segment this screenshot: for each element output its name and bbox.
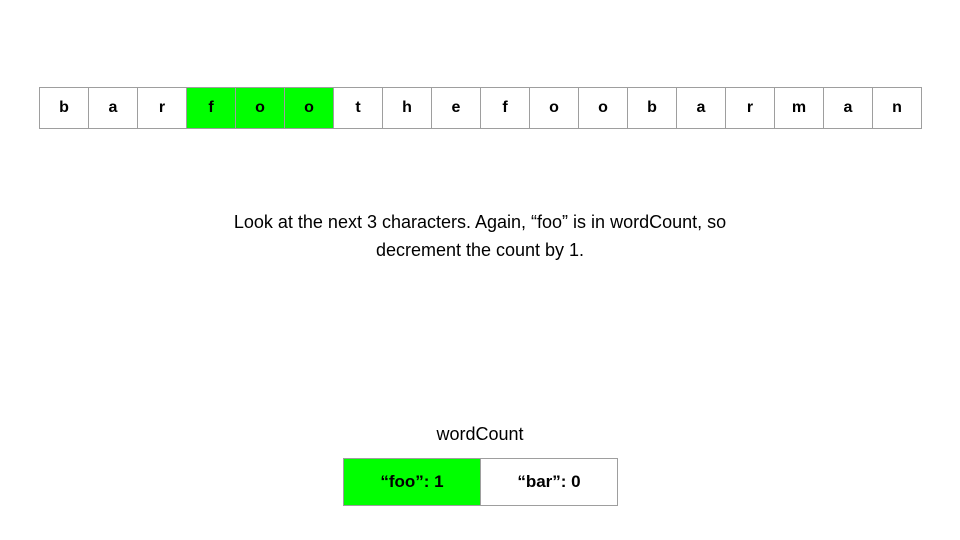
string-cell: r xyxy=(138,88,187,129)
string-cell: m xyxy=(775,88,824,129)
string-cell: o xyxy=(579,88,628,129)
string-cell: o xyxy=(285,88,334,129)
string-cell: e xyxy=(432,88,481,129)
caption-line-2: decrement the count by 1. xyxy=(375,240,585,260)
word-count-title: wordCount xyxy=(436,424,524,444)
string-cell: a xyxy=(824,88,873,129)
word-count-table: “foo”: 1 “bar”: 0 xyxy=(343,458,618,506)
string-cell: f xyxy=(481,88,530,129)
string-cell: r xyxy=(726,88,775,129)
string-cell: a xyxy=(677,88,726,129)
string-cell: t xyxy=(334,88,383,129)
caption-line-1: Look at the next 3 characters. Again, “f… xyxy=(233,212,727,232)
string-cell: f xyxy=(187,88,236,129)
string-cell: n xyxy=(873,88,922,129)
string-cell: a xyxy=(89,88,138,129)
string-cell: b xyxy=(40,88,89,129)
step-caption: Look at the next 3 characters. Again, “f… xyxy=(200,208,760,264)
string-cell: b xyxy=(628,88,677,129)
string-cell: o xyxy=(236,88,285,129)
word-count-entry: “foo”: 1 xyxy=(344,459,481,506)
string-cells-row: barfoothefoobarman xyxy=(39,87,922,129)
word-count-entry: “bar”: 0 xyxy=(481,459,618,506)
string-cell: h xyxy=(383,88,432,129)
string-cell: o xyxy=(530,88,579,129)
